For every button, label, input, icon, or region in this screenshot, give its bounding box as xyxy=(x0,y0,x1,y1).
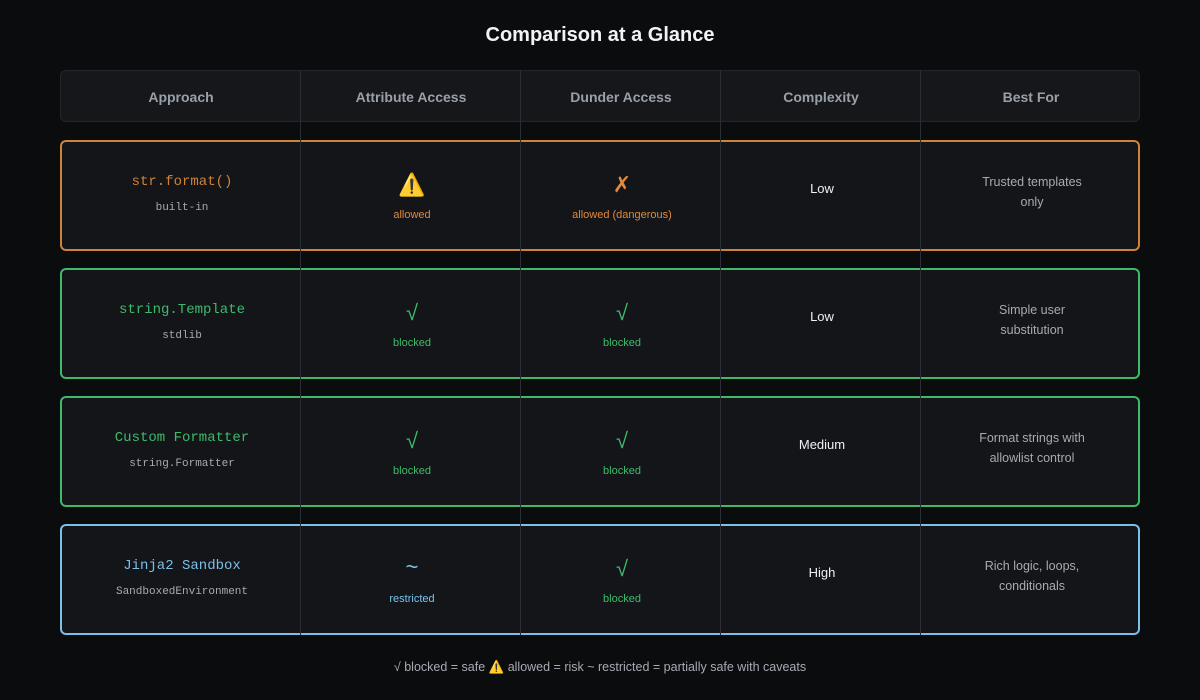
tilde-icon: ~ xyxy=(405,556,419,581)
best-for-line: Rich logic, loops, xyxy=(984,559,1080,573)
table-row: Jinja2 Sandbox SandboxedEnvironment ~ re… xyxy=(60,524,1140,635)
header-dunder-access: Dunder Access xyxy=(570,89,672,105)
best-for-line: Trusted templates xyxy=(982,175,1082,189)
column-divider xyxy=(720,70,721,635)
column-divider xyxy=(300,70,301,635)
attribute-access-status: restricted xyxy=(389,593,435,605)
check-icon: √ xyxy=(405,300,419,325)
page-title: Comparison at a Glance xyxy=(485,24,715,46)
best-for-text: Rich logic, loops, conditionals xyxy=(952,556,1112,596)
table-row: string.Template stdlib √ blocked √ block… xyxy=(60,268,1140,379)
dunder-access-status: blocked xyxy=(603,465,641,477)
check-icon: √ xyxy=(615,556,629,581)
approach-name: string.Template xyxy=(118,302,246,318)
best-for-line: Simple user xyxy=(999,303,1065,317)
approach-source: string.Formatter xyxy=(129,458,235,470)
approach-name: Custom Formatter xyxy=(114,430,250,446)
check-icon: √ xyxy=(615,428,629,453)
dunder-access-status: blocked xyxy=(603,337,641,349)
best-for-line: only xyxy=(1020,195,1044,209)
warning-icon: ⚠️ xyxy=(398,172,426,197)
approach-source: stdlib xyxy=(162,330,202,342)
complexity-value: Medium xyxy=(798,437,846,452)
complexity-value: Low xyxy=(810,181,834,196)
table-row: Custom Formatter string.Formatter √ bloc… xyxy=(60,396,1140,507)
attribute-access-status: blocked xyxy=(393,337,431,349)
approach-source: SandboxedEnvironment xyxy=(115,586,249,598)
header-best-for: Best For xyxy=(1002,89,1060,105)
complexity-value: Low xyxy=(810,309,834,324)
dunder-access-status: blocked xyxy=(603,593,641,605)
header-approach: Approach xyxy=(148,89,214,105)
column-divider xyxy=(920,70,921,635)
complexity-value: High xyxy=(808,565,836,580)
best-for-line: substitution xyxy=(1000,323,1064,337)
header-complexity: Complexity xyxy=(783,89,859,105)
approach-name: Jinja2 Sandbox xyxy=(123,558,241,574)
attribute-access-status: blocked xyxy=(393,465,431,477)
best-for-line: conditionals xyxy=(998,579,1065,593)
best-for-text: Simple user substitution xyxy=(952,300,1112,340)
best-for-line: Format strings with xyxy=(979,431,1085,445)
approach-name: str.format() xyxy=(131,174,233,190)
best-for-line: allowlist control xyxy=(989,451,1075,465)
check-icon: √ xyxy=(405,428,419,453)
table-row: str.format() built-in ⚠️ allowed ✗ allow… xyxy=(60,140,1140,251)
cross-icon: ✗ xyxy=(612,172,632,197)
column-divider xyxy=(520,70,521,635)
dunder-access-status: allowed (dangerous) xyxy=(572,209,672,221)
best-for-text: Format strings with allowlist control xyxy=(952,428,1112,468)
header-attribute-access: Attribute Access xyxy=(355,89,467,105)
check-icon: √ xyxy=(615,300,629,325)
attribute-access-status: allowed xyxy=(393,209,431,221)
approach-source: built-in xyxy=(155,202,209,214)
best-for-text: Trusted templates only xyxy=(952,172,1112,212)
table-header: Approach Attribute Access Dunder Access … xyxy=(60,70,1140,122)
legend: √ blocked = safe ⚠️ allowed = risk ~ res… xyxy=(393,660,807,674)
